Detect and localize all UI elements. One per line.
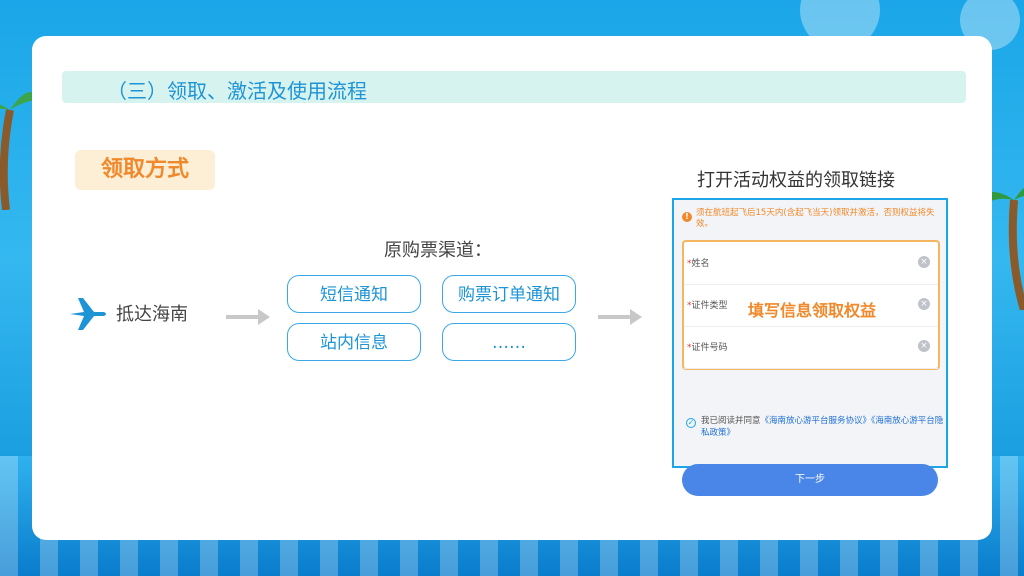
- alert-icon: !: [682, 212, 692, 222]
- channel-site-message: 站内信息: [287, 323, 421, 361]
- channel-sms: 短信通知: [287, 275, 421, 313]
- section-header: （三）领取、激活及使用流程: [62, 71, 966, 103]
- clear-icon[interactable]: ×: [918, 340, 930, 352]
- agreement-text: 我已阅读并同意《海南放心游平台服务协议》《海南放心游平台隐私政策》: [701, 416, 944, 438]
- field-id-number[interactable]: *证件号码 ×: [684, 326, 938, 369]
- method-tag: 领取方式: [75, 150, 215, 190]
- channel-order-notice: 购票订单通知: [442, 275, 576, 313]
- clear-icon[interactable]: ×: [918, 298, 930, 310]
- service-agreement-link[interactable]: 《海南放心游平台服务协议》: [761, 416, 872, 426]
- check-circle-icon[interactable]: ✓: [686, 418, 696, 428]
- field-label: 姓名: [691, 259, 710, 269]
- link-title: 打开活动权益的领取链接: [697, 170, 895, 191]
- airplane-icon: [70, 298, 106, 330]
- field-name[interactable]: *姓名 ×: [684, 242, 938, 285]
- slide-card: （三）领取、激活及使用流程 领取方式 抵达海南 原购票渠道： 短信通知 购票订单…: [32, 36, 992, 540]
- notice-text: 须在航班起飞后15天内(含起飞当天)领取并激活，否则权益将失效。: [696, 208, 935, 229]
- channels-title: 原购票渠道：: [384, 240, 492, 261]
- arrive-hainan-label: 抵达海南: [116, 304, 188, 325]
- next-step-button[interactable]: 下一步: [682, 464, 938, 496]
- field-label: 证件类型: [691, 301, 728, 311]
- section-title: （三）领取、激活及使用流程: [107, 79, 367, 103]
- clear-icon[interactable]: ×: [918, 256, 930, 268]
- channel-more: ……: [442, 323, 576, 361]
- arrow-right-icon: [226, 309, 270, 325]
- field-label: 证件号码: [691, 343, 728, 353]
- claim-form: *姓名 × *证件类型 × *证件号码 × 填写信息领取权益: [682, 240, 940, 370]
- phone-form-mockup: ! 须在航班起飞后15天内(含起飞当天)领取并激活，否则权益将失效。 *姓名 ×…: [672, 198, 948, 496]
- fill-info-overlay: 填写信息领取权益: [748, 301, 877, 320]
- arrow-right-icon: [598, 309, 642, 325]
